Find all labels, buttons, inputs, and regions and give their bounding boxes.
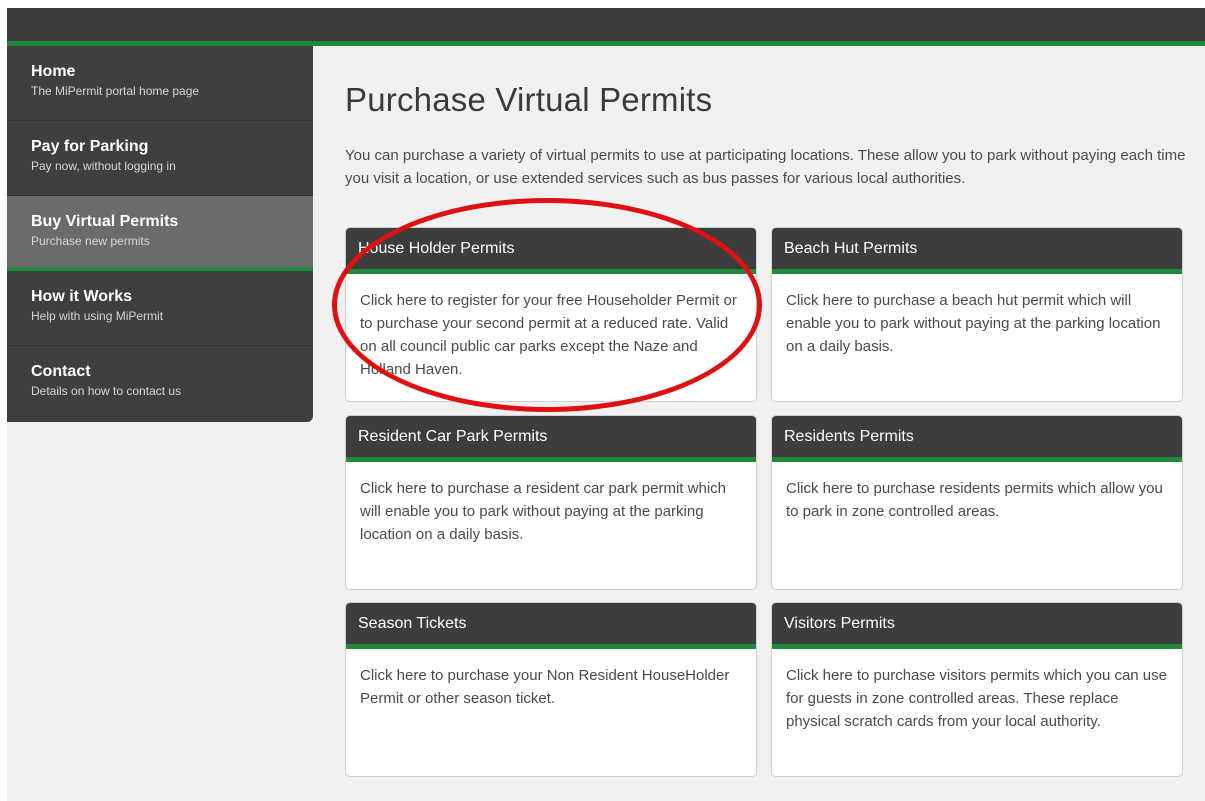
sidebar-item-title: Contact (31, 363, 91, 380)
card-residents-permits[interactable]: Residents Permits Click here to purchase… (771, 415, 1183, 590)
card-title: Beach Hut Permits (772, 228, 1182, 274)
sidebar-item-subtitle: Pay now, without logging in (31, 159, 176, 173)
main-content: Purchase Virtual Permits You can purchas… (345, 46, 1195, 190)
top-bar (7, 8, 1205, 41)
sidebar-item-subtitle: Details on how to contact us (31, 384, 182, 398)
card-description: Click here to purchase residents permits… (786, 480, 1163, 520)
page-frame: Home The MiPermit portal home page Pay f… (7, 8, 1205, 801)
card-house-holder-permits[interactable]: House Holder Permits Click here to regis… (345, 227, 757, 402)
card-description: Click here to register for your free Hou… (360, 292, 737, 378)
card-title: Season Tickets (346, 603, 756, 649)
sidebar-item-pay-for-parking[interactable]: Pay for Parking Pay now, without logging… (7, 121, 313, 196)
card-title: House Holder Permits (346, 228, 756, 274)
sidebar-item-title: Buy Virtual Permits (31, 213, 179, 230)
sidebar-item-title: How it Works (31, 288, 133, 305)
card-description: Click here to purchase a beach hut permi… (786, 292, 1161, 355)
sidebar-item-how-it-works[interactable]: How it Works Help with using MiPermit (7, 271, 313, 346)
card-description: Click here to purchase visitors permits … (786, 667, 1167, 730)
card-title: Resident Car Park Permits (346, 416, 756, 462)
card-visitors-permits[interactable]: Visitors Permits Click here to purchase … (771, 602, 1183, 777)
sidebar-item-title: Pay for Parking (31, 138, 149, 155)
sidebar-item-subtitle: The MiPermit portal home page (31, 84, 200, 98)
intro-text: You can purchase a variety of virtual pe… (345, 147, 1186, 187)
card-description: Click here to purchase a resident car pa… (360, 480, 726, 543)
sidebar-nav: Home The MiPermit portal home page Pay f… (7, 46, 313, 422)
page-title: Purchase Virtual Permits (345, 81, 713, 118)
card-season-tickets[interactable]: Season Tickets Click here to purchase yo… (345, 602, 757, 777)
card-description: Click here to purchase your Non Resident… (360, 667, 730, 707)
sidebar-item-title: Home (31, 63, 76, 80)
sidebar-item-subtitle: Purchase new permits (31, 234, 150, 248)
sidebar-item-subtitle: Help with using MiPermit (31, 309, 164, 323)
sidebar-item-home[interactable]: Home The MiPermit portal home page (7, 46, 313, 121)
sidebar-item-buy-virtual-permits[interactable]: Buy Virtual Permits Purchase new permits (7, 196, 313, 271)
sidebar-item-contact[interactable]: Contact Details on how to contact us (7, 346, 313, 421)
card-resident-car-park-permits[interactable]: Resident Car Park Permits Click here to … (345, 415, 757, 590)
card-title: Residents Permits (772, 416, 1182, 462)
card-beach-hut-permits[interactable]: Beach Hut Permits Click here to purchase… (771, 227, 1183, 402)
card-title: Visitors Permits (772, 603, 1182, 649)
